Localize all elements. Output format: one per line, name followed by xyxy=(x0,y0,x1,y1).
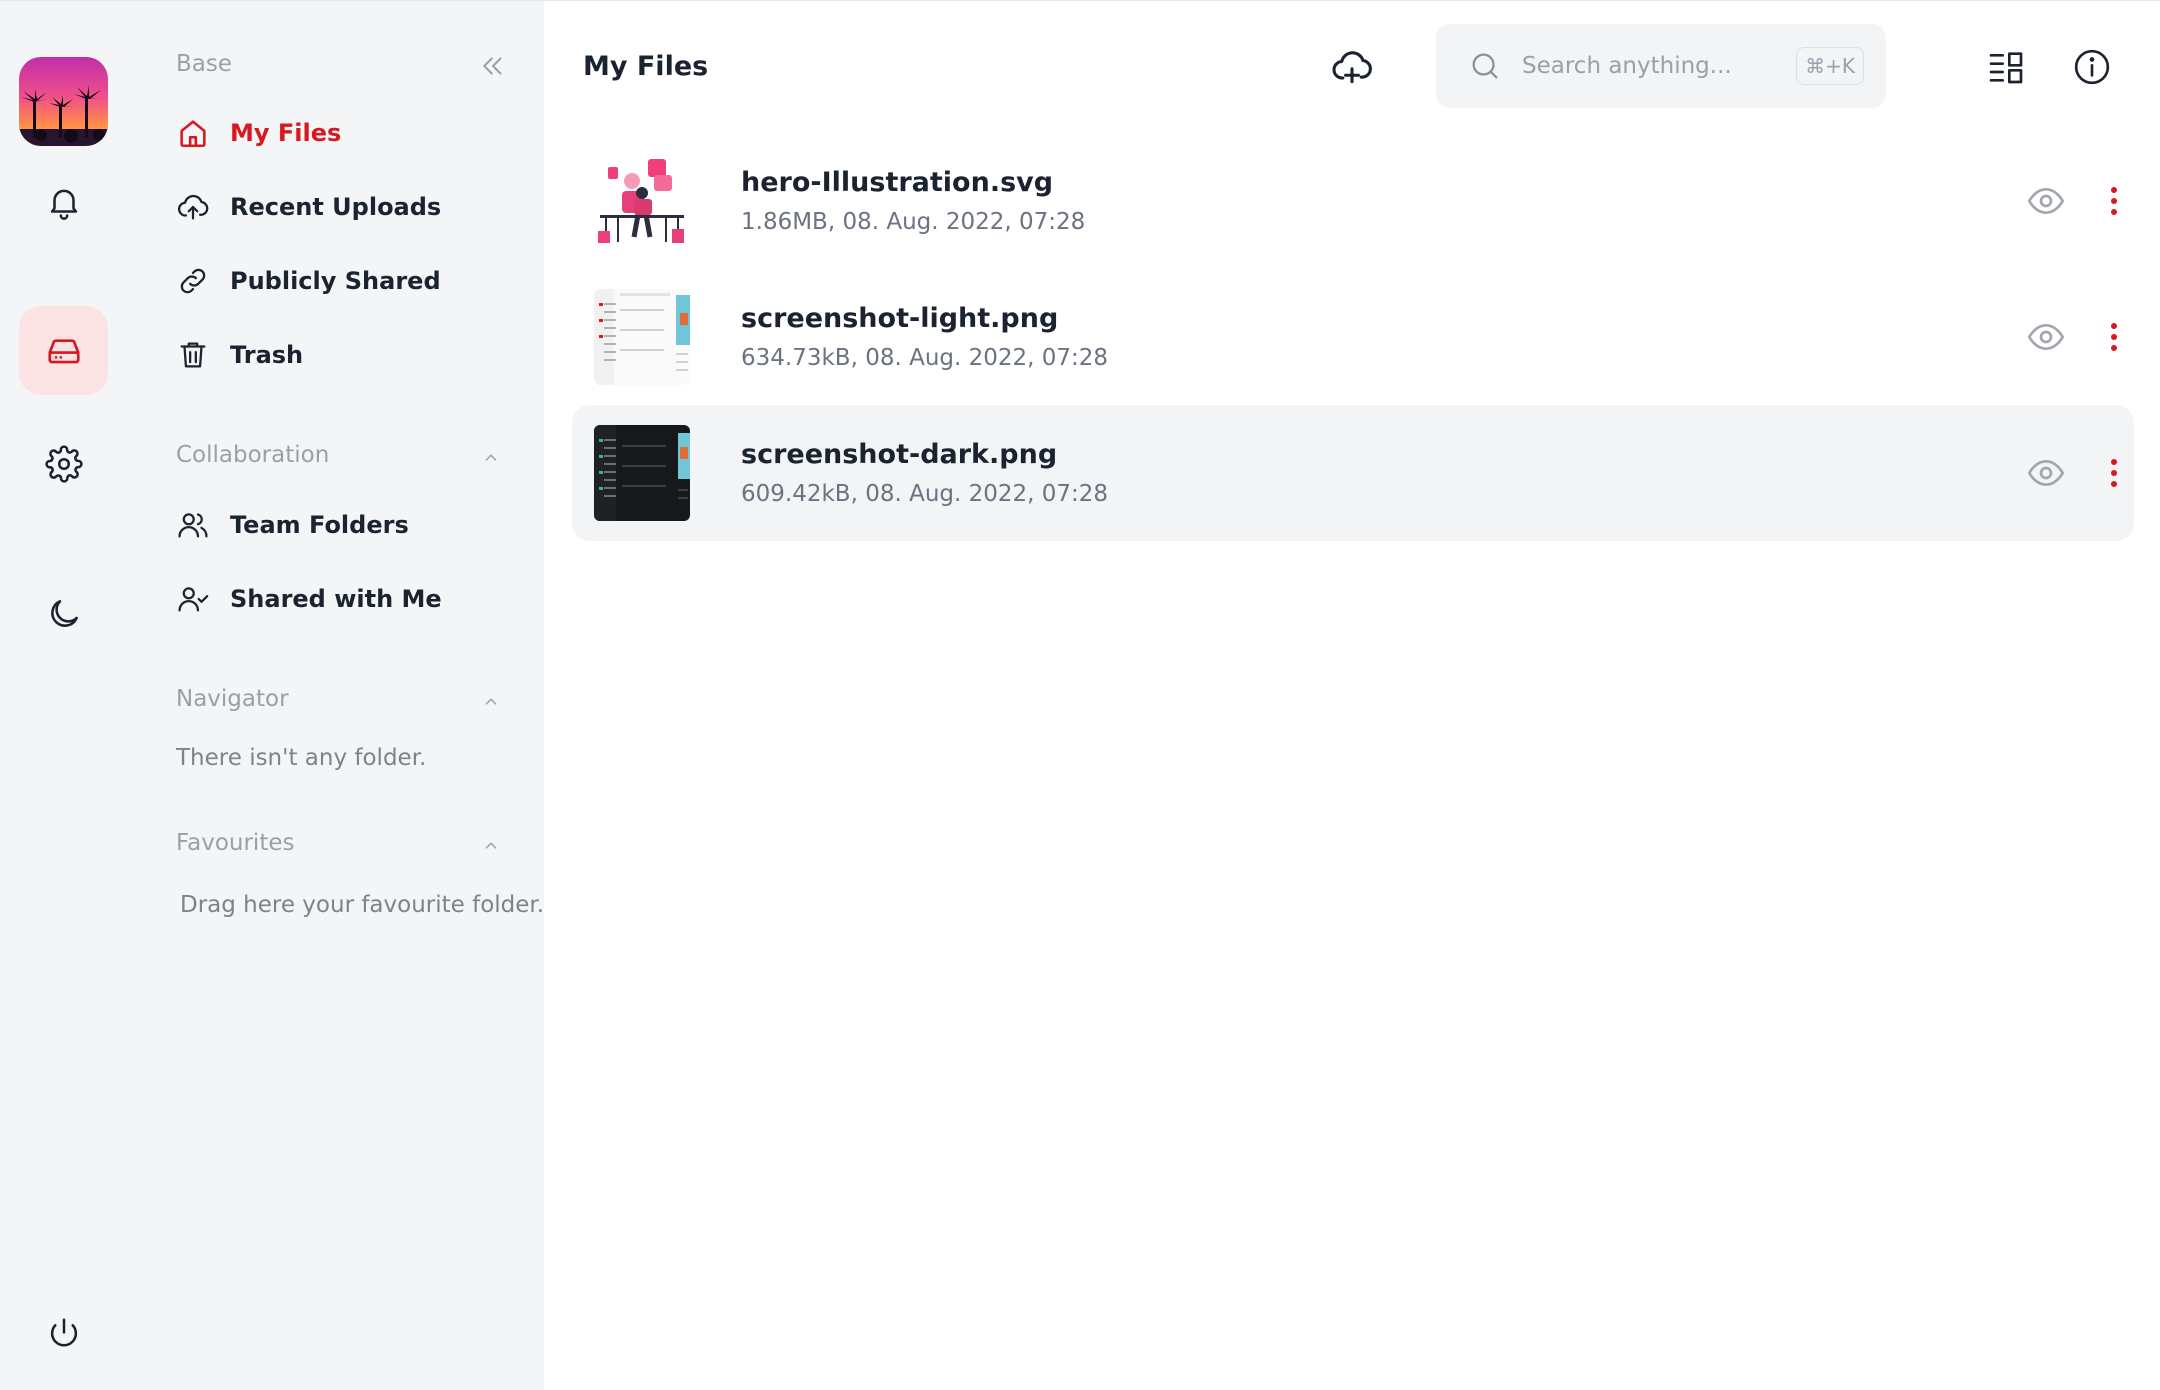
kebab-menu-icon xyxy=(2111,323,2117,351)
section-title-favourites: Favourites xyxy=(176,830,295,856)
search-shortcut-badge: ⌘+K xyxy=(1796,47,1864,85)
search-icon xyxy=(1472,53,1498,79)
more-options-button[interactable] xyxy=(2092,179,2136,223)
search-input[interactable] xyxy=(1522,53,1797,79)
sidebar-item-label: Publicly Shared xyxy=(230,267,441,295)
drive-icon xyxy=(47,338,80,363)
collapse-sidebar-icon[interactable] xyxy=(478,51,508,81)
file-thumbnail xyxy=(594,153,690,249)
gear-icon xyxy=(44,444,83,483)
app-window: Base My Files Recent Uploads Publicly Sh… xyxy=(0,0,2160,1390)
bell-icon xyxy=(50,189,77,220)
dark-screenshot-thumbnail-icon xyxy=(594,425,690,521)
file-meta: 609.42kB, 08. Aug. 2022, 07:28 xyxy=(741,481,1109,507)
file-name: screenshot-light.png xyxy=(741,303,1059,334)
file-name: hero-Illustration.svg xyxy=(741,167,1054,198)
file-list: hero-Illustration.svg 1.86MB, 08. Aug. 2… xyxy=(572,133,2134,541)
file-meta: 634.73kB, 08. Aug. 2022, 07:28 xyxy=(741,345,1109,371)
sidebar-item-label: Trash xyxy=(230,341,304,369)
favourites-drop-zone[interactable]: Drag here your favourite folder. xyxy=(180,892,544,918)
main-panel: My Files ⌘+K xyxy=(544,1,2160,1390)
file-name: screenshot-dark.png xyxy=(741,439,1058,470)
upload-icon[interactable] xyxy=(1330,45,1374,89)
search-bar[interactable]: ⌘+K xyxy=(1436,24,1886,108)
user-check-icon xyxy=(178,587,209,612)
moon-icon xyxy=(50,599,78,627)
section-title-navigator: Navigator xyxy=(176,686,289,712)
sidebar-item-label: Shared with Me xyxy=(230,585,442,613)
navigator-empty-note: There isn't any folder. xyxy=(176,745,427,771)
light-screenshot-thumbnail-icon xyxy=(594,289,690,385)
sidebar-item-recent-uploads[interactable]: Recent Uploads xyxy=(176,182,441,232)
sidebar-item-my-files[interactable]: My Files xyxy=(176,108,341,158)
file-thumbnail xyxy=(594,425,690,521)
sidebar-item-team-folders[interactable]: Team Folders xyxy=(176,500,409,550)
eye-icon[interactable] xyxy=(2026,181,2066,221)
logout-button[interactable] xyxy=(19,1289,108,1378)
eye-icon[interactable] xyxy=(2026,317,2066,357)
trash-icon xyxy=(180,342,206,368)
sidebar-item-trash[interactable]: Trash xyxy=(176,330,303,380)
settings-button[interactable] xyxy=(19,419,108,508)
section-title-collaboration: Collaboration xyxy=(176,442,330,468)
layout-toggle-icon[interactable] xyxy=(1986,47,2026,87)
file-meta: 1.86MB, 08. Aug. 2022, 07:28 xyxy=(741,209,1086,235)
chevron-up-icon[interactable] xyxy=(480,835,502,857)
kebab-menu-icon xyxy=(2111,459,2117,487)
more-options-button[interactable] xyxy=(2092,451,2136,495)
users-icon xyxy=(178,513,208,538)
notifications-button[interactable] xyxy=(19,157,108,246)
theme-toggle-button[interactable] xyxy=(19,569,108,658)
sidebar-item-label: My Files xyxy=(230,119,342,147)
sidebar-item-shared-with-me[interactable]: Shared with Me xyxy=(176,574,442,624)
file-thumbnail xyxy=(594,289,690,385)
chevron-up-icon[interactable] xyxy=(480,447,502,469)
file-row[interactable]: screenshot-light.png 634.73kB, 08. Aug. … xyxy=(572,269,2134,405)
sidebar-item-label: Team Folders xyxy=(230,511,409,539)
file-row-selected[interactable]: screenshot-dark.png 609.42kB, 08. Aug. 2… xyxy=(572,405,2134,541)
drive-button[interactable] xyxy=(19,306,108,395)
icon-rail xyxy=(0,1,128,1390)
eye-icon[interactable] xyxy=(2026,453,2066,493)
kebab-menu-icon xyxy=(2111,187,2117,215)
cloud-upload-icon xyxy=(177,194,209,220)
sidebar-item-label: Recent Uploads xyxy=(230,193,442,221)
illustration-thumbnail-icon xyxy=(594,153,690,249)
avatar[interactable] xyxy=(19,57,108,146)
more-options-button[interactable] xyxy=(2092,315,2136,359)
avatar-image xyxy=(19,57,108,146)
link-icon xyxy=(180,268,206,294)
sidebar: Base My Files Recent Uploads Publicly Sh… xyxy=(128,1,544,1390)
page-title: My Files xyxy=(583,51,709,82)
chevron-up-icon[interactable] xyxy=(480,691,502,713)
home-icon xyxy=(180,120,206,148)
power-icon xyxy=(50,1317,77,1346)
info-icon[interactable] xyxy=(2072,47,2112,87)
sidebar-item-publicly-shared[interactable]: Publicly Shared xyxy=(176,256,441,306)
file-row[interactable]: hero-Illustration.svg 1.86MB, 08. Aug. 2… xyxy=(572,133,2134,269)
section-title-base: Base xyxy=(176,51,233,77)
